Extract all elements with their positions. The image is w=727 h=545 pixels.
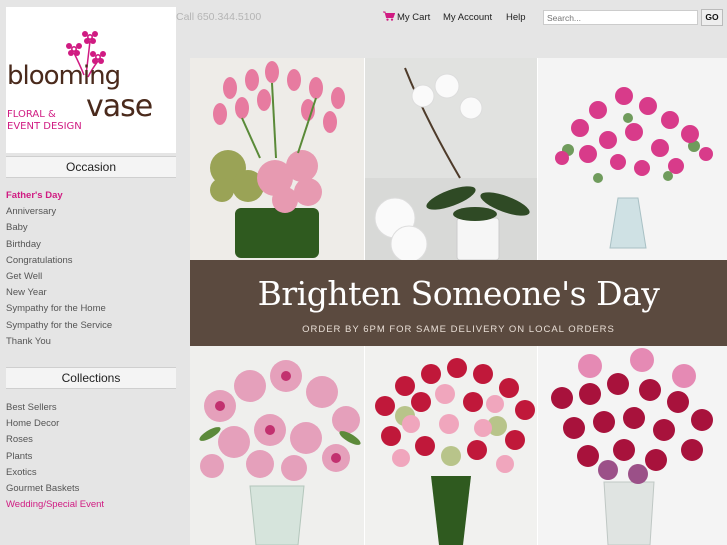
sidebar-item-wedding-special-event[interactable]: Wedding/Special Event	[6, 497, 176, 513]
white-orchid-icon	[365, 58, 537, 260]
red-roses-lilies-bouquet-icon	[538, 346, 727, 545]
sidebar-item-plants[interactable]: Plants	[6, 449, 176, 465]
hero-banner[interactable]: Brighten Someone's Day ORDER BY 6PM FOR …	[190, 58, 727, 545]
sidebar-item-thank-you[interactable]: Thank You	[6, 334, 176, 350]
sidebar-item-new-year[interactable]: New Year	[6, 285, 176, 301]
my-account-link[interactable]: My Account	[443, 12, 492, 23]
brand-name-line2: vase	[86, 89, 153, 124]
sidebar-item-get-well[interactable]: Get Well	[6, 269, 176, 285]
phone-number: Call 650.344.5100	[176, 11, 262, 23]
sidebar: blooming vase FLORAL & EVENT DESIGN Occa…	[0, 0, 182, 545]
help-link[interactable]: Help	[506, 12, 526, 23]
brand-name-line1: blooming	[7, 61, 121, 91]
sidebar-item-baby[interactable]: Baby	[6, 220, 176, 236]
search-go-button[interactable]: GO	[701, 9, 723, 26]
tagline-line2: EVENT DESIGN	[7, 121, 82, 132]
sidebar-item-gourmet-baskets[interactable]: Gourmet Baskets	[6, 481, 176, 497]
white-orchid-plant-image[interactable]	[365, 58, 537, 260]
sidebar-item-sympathy-home[interactable]: Sympathy for the Home	[6, 301, 176, 317]
sidebar-item-best-sellers[interactable]: Best Sellers	[6, 400, 176, 416]
red-roses-lilies-vase-image[interactable]	[538, 346, 727, 545]
collections-header: Collections	[6, 367, 176, 389]
pink-roses-vase-image[interactable]	[538, 58, 727, 260]
pink-lilies-bouquet-icon	[190, 346, 364, 545]
pink-roses-vase-icon	[538, 58, 727, 260]
bouquet-pink-tulips-roses-image[interactable]	[190, 58, 364, 260]
promo-banner[interactable]: Brighten Someone's Day ORDER BY 6PM FOR …	[190, 260, 727, 346]
sidebar-item-fathers-day[interactable]: Father's Day	[6, 188, 176, 204]
hero-subline: ORDER BY 6PM FOR SAME DELIVERY ON LOCAL …	[302, 324, 615, 335]
red-pink-roses-vase-image[interactable]	[365, 346, 537, 545]
sidebar-item-sympathy-service[interactable]: Sympathy for the Service	[6, 318, 176, 334]
pink-tulips-roses-bouquet-icon	[190, 58, 364, 260]
logo[interactable]: blooming vase FLORAL & EVENT DESIGN	[6, 7, 176, 153]
occasion-menu: Father's Day Anniversary Baby Birthday C…	[6, 188, 176, 350]
sidebar-item-birthday[interactable]: Birthday	[6, 237, 176, 253]
my-cart-link[interactable]: My Cart	[397, 12, 430, 23]
occasion-header: Occasion	[6, 156, 176, 178]
stargazer-lilies-image[interactable]	[190, 346, 364, 545]
sidebar-item-roses[interactable]: Roses	[6, 432, 176, 448]
red-pink-roses-bouquet-icon	[365, 346, 537, 545]
search-input[interactable]	[543, 10, 698, 25]
sidebar-item-home-decor[interactable]: Home Decor	[6, 416, 176, 432]
shopping-cart-icon[interactable]	[383, 11, 395, 21]
sidebar-item-exotics[interactable]: Exotics	[6, 465, 176, 481]
sidebar-item-anniversary[interactable]: Anniversary	[6, 204, 176, 220]
tagline-line1: FLORAL &	[7, 109, 56, 120]
hero-headline: Brighten Someone's Day	[257, 274, 660, 313]
sidebar-item-congratulations[interactable]: Congratulations	[6, 253, 176, 269]
collections-menu: Best Sellers Home Decor Roses Plants Exo…	[6, 400, 176, 513]
